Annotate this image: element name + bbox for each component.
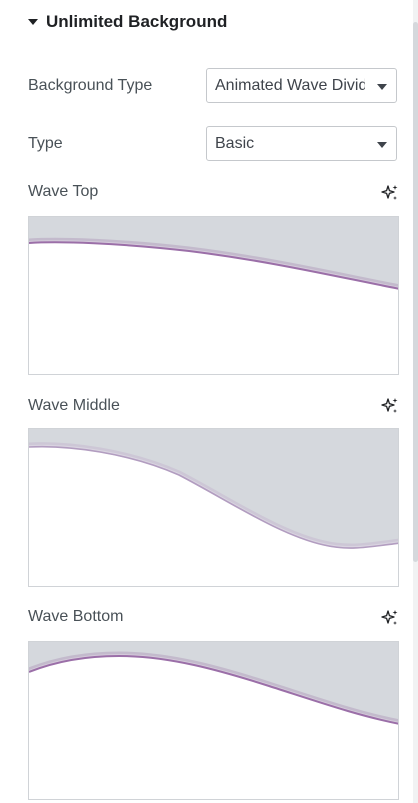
sparkle-icon[interactable]	[381, 184, 399, 202]
wave-bottom-shape	[29, 642, 398, 725]
caret-down-icon	[28, 19, 38, 25]
chevron-down-icon	[377, 142, 387, 148]
chevron-down-icon	[377, 84, 387, 90]
type-value: Basic	[215, 135, 255, 152]
type-label: Type	[28, 135, 63, 152]
wave-top-preview[interactable]	[28, 216, 399, 375]
wave-middle-shape	[29, 429, 398, 549]
scrollbar[interactable]	[413, 0, 418, 803]
wave-middle-label: Wave Middle	[28, 397, 120, 414]
sparkle-icon[interactable]	[381, 609, 399, 627]
section-header[interactable]: Unlimited Background	[28, 10, 227, 34]
wave-bottom-label: Wave Bottom	[28, 608, 124, 625]
wave-top-shape	[29, 217, 398, 290]
background-type-label: Background Type	[28, 77, 153, 94]
sparkle-icon[interactable]	[381, 397, 399, 415]
wave-middle-preview[interactable]	[28, 428, 399, 587]
background-type-value: Animated Wave Divider	[215, 77, 365, 94]
wave-bottom-preview[interactable]	[28, 641, 399, 800]
wave-top-label: Wave Top	[28, 183, 99, 200]
background-type-select[interactable]: Animated Wave Divider	[206, 68, 397, 103]
section-title: Unlimited Background	[46, 12, 228, 31]
type-select[interactable]: Basic	[206, 126, 397, 161]
scrollbar-thumb[interactable]	[413, 22, 418, 562]
